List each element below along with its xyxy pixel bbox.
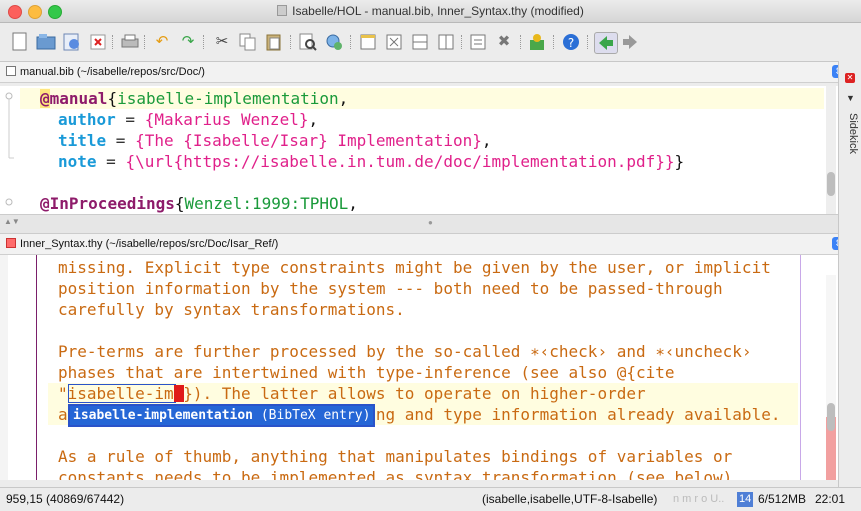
caret-position[interactable]: 959,15 (40869/67442)	[6, 488, 124, 511]
replace-icon[interactable]	[324, 32, 344, 52]
undo-icon[interactable]: ↶	[152, 32, 172, 52]
right-dock: ✕ ▼ Sidekick	[838, 61, 861, 487]
bib-entry-line: @manual{isabelle-implementation,	[40, 89, 349, 108]
buffer-header-manual-bib[interactable]: manual.bib (~/isabelle/repos/src/Doc/) ⇕	[0, 62, 861, 83]
toolbar: ↶ ↷ ✂ ✖ ?	[0, 23, 861, 62]
buffer-modified-icon	[6, 238, 16, 248]
title-bar: Isabelle/HOL - manual.bib, Inner_Syntax.…	[0, 0, 861, 23]
reload-icon[interactable]	[62, 32, 82, 52]
buffer-options-icon[interactable]	[468, 32, 488, 52]
toolbar-separator	[587, 35, 589, 49]
plugin-manager-icon[interactable]	[527, 32, 547, 52]
split-grip-icon[interactable]: ●	[428, 218, 433, 227]
toolbar-separator	[290, 35, 292, 49]
close-file-icon[interactable]	[88, 32, 108, 52]
memory-bar[interactable]: 14	[737, 492, 754, 507]
text-line: phases that are intertwined with type-in…	[58, 363, 675, 382]
buffer-status-icon	[6, 66, 16, 76]
buffer-mode[interactable]: (isabelle,isabelle,UTF-8-Isabelle)	[482, 488, 657, 511]
bib-field-line: note = {\url{https://isabelle.in.tum.de/…	[58, 152, 685, 171]
editor-pane-bib[interactable]: @manual{isabelle-implementation, author …	[0, 86, 838, 214]
bib-field-line: title = {The {Isabelle/Isar} Implementat…	[58, 131, 492, 150]
new-file-icon[interactable]	[10, 32, 30, 52]
memory-status[interactable]: 6/512MB	[758, 488, 806, 511]
redo-icon[interactable]: ↷	[178, 32, 198, 52]
bib-entry-line: @InProceedings{Wenzel:1999:TPHOL,	[40, 194, 358, 213]
find-icon[interactable]	[298, 32, 318, 52]
print-icon[interactable]	[120, 32, 140, 52]
toolbar-separator	[461, 35, 463, 49]
document-icon	[277, 5, 288, 16]
unsplit-icon[interactable]	[384, 32, 404, 52]
editor-pane-thy[interactable]: missing. Explicit type constraints might…	[0, 255, 838, 480]
sidekick-tab[interactable]: Sidekick	[843, 113, 859, 193]
text-line: As a rule of thumb, anything that manipu…	[58, 447, 733, 466]
global-options-icon[interactable]: ✖	[494, 32, 514, 52]
scrollbar-thumb[interactable]	[827, 403, 835, 431]
text-line: position information by the system --- b…	[58, 279, 723, 298]
completion-popup[interactable]: isabelle-implementation (BibTeX entry)	[68, 404, 376, 427]
status-bar: 959,15 (40869/67442) (isabelle,isabelle,…	[0, 487, 861, 511]
text-line: missing. Explicit type constraints might…	[58, 258, 771, 277]
open-file-icon[interactable]	[36, 32, 56, 52]
back-icon[interactable]	[594, 32, 618, 54]
toolbar-separator	[112, 35, 114, 49]
text-line: constants needs to be implemented as syn…	[58, 468, 742, 480]
text-region-marker	[36, 255, 37, 480]
help-icon[interactable]: ?	[561, 32, 581, 52]
split-divider[interactable]: ▲▼ ●	[0, 214, 861, 234]
paste-icon[interactable]	[264, 32, 284, 52]
wrap-margin	[800, 255, 801, 480]
cut-icon[interactable]: ✂	[212, 32, 232, 52]
split-vertical-icon[interactable]	[436, 32, 456, 52]
completion-item[interactable]: isabelle-implementation (BibTeX entry)	[70, 406, 374, 425]
toolbar-separator	[553, 35, 555, 49]
toolbar-separator	[350, 35, 352, 49]
gutter	[0, 255, 8, 480]
text-line: carefully by syntax transformations.	[58, 300, 405, 319]
completion-target-box	[68, 384, 176, 403]
toolbar-separator	[520, 35, 522, 49]
toolbar-separator	[203, 35, 205, 49]
copy-icon[interactable]	[238, 32, 258, 52]
text-cursor	[174, 385, 184, 402]
scrollbar-thumb[interactable]	[827, 172, 835, 196]
status-flags[interactable]: n m r o U..	[673, 488, 724, 511]
svg-text:?: ?	[568, 36, 574, 50]
fold-gutter[interactable]	[0, 86, 20, 214]
dock-expand-icon[interactable]: ▼	[846, 93, 855, 103]
buffer-header-inner-syntax[interactable]: Inner_Syntax.thy (~/isabelle/repos/src/D…	[0, 234, 861, 255]
new-view-icon[interactable]	[358, 32, 378, 52]
forward-icon[interactable]	[620, 32, 640, 52]
split-horizontal-icon[interactable]	[410, 32, 430, 52]
close-dock-icon[interactable]: ✕	[845, 73, 855, 83]
clock: 22:01	[815, 492, 846, 506]
text-line: Pre-terms are further processed by the s…	[58, 342, 752, 361]
split-arrows-icon[interactable]: ▲▼	[4, 217, 20, 226]
bib-field-line: author = {Makarius Wenzel},	[58, 110, 319, 129]
vertical-scrollbar[interactable]	[826, 86, 836, 214]
toolbar-separator	[144, 35, 146, 49]
window-title: Isabelle/HOL - manual.bib, Inner_Syntax.…	[0, 4, 861, 18]
vertical-scrollbar[interactable]	[826, 275, 836, 480]
